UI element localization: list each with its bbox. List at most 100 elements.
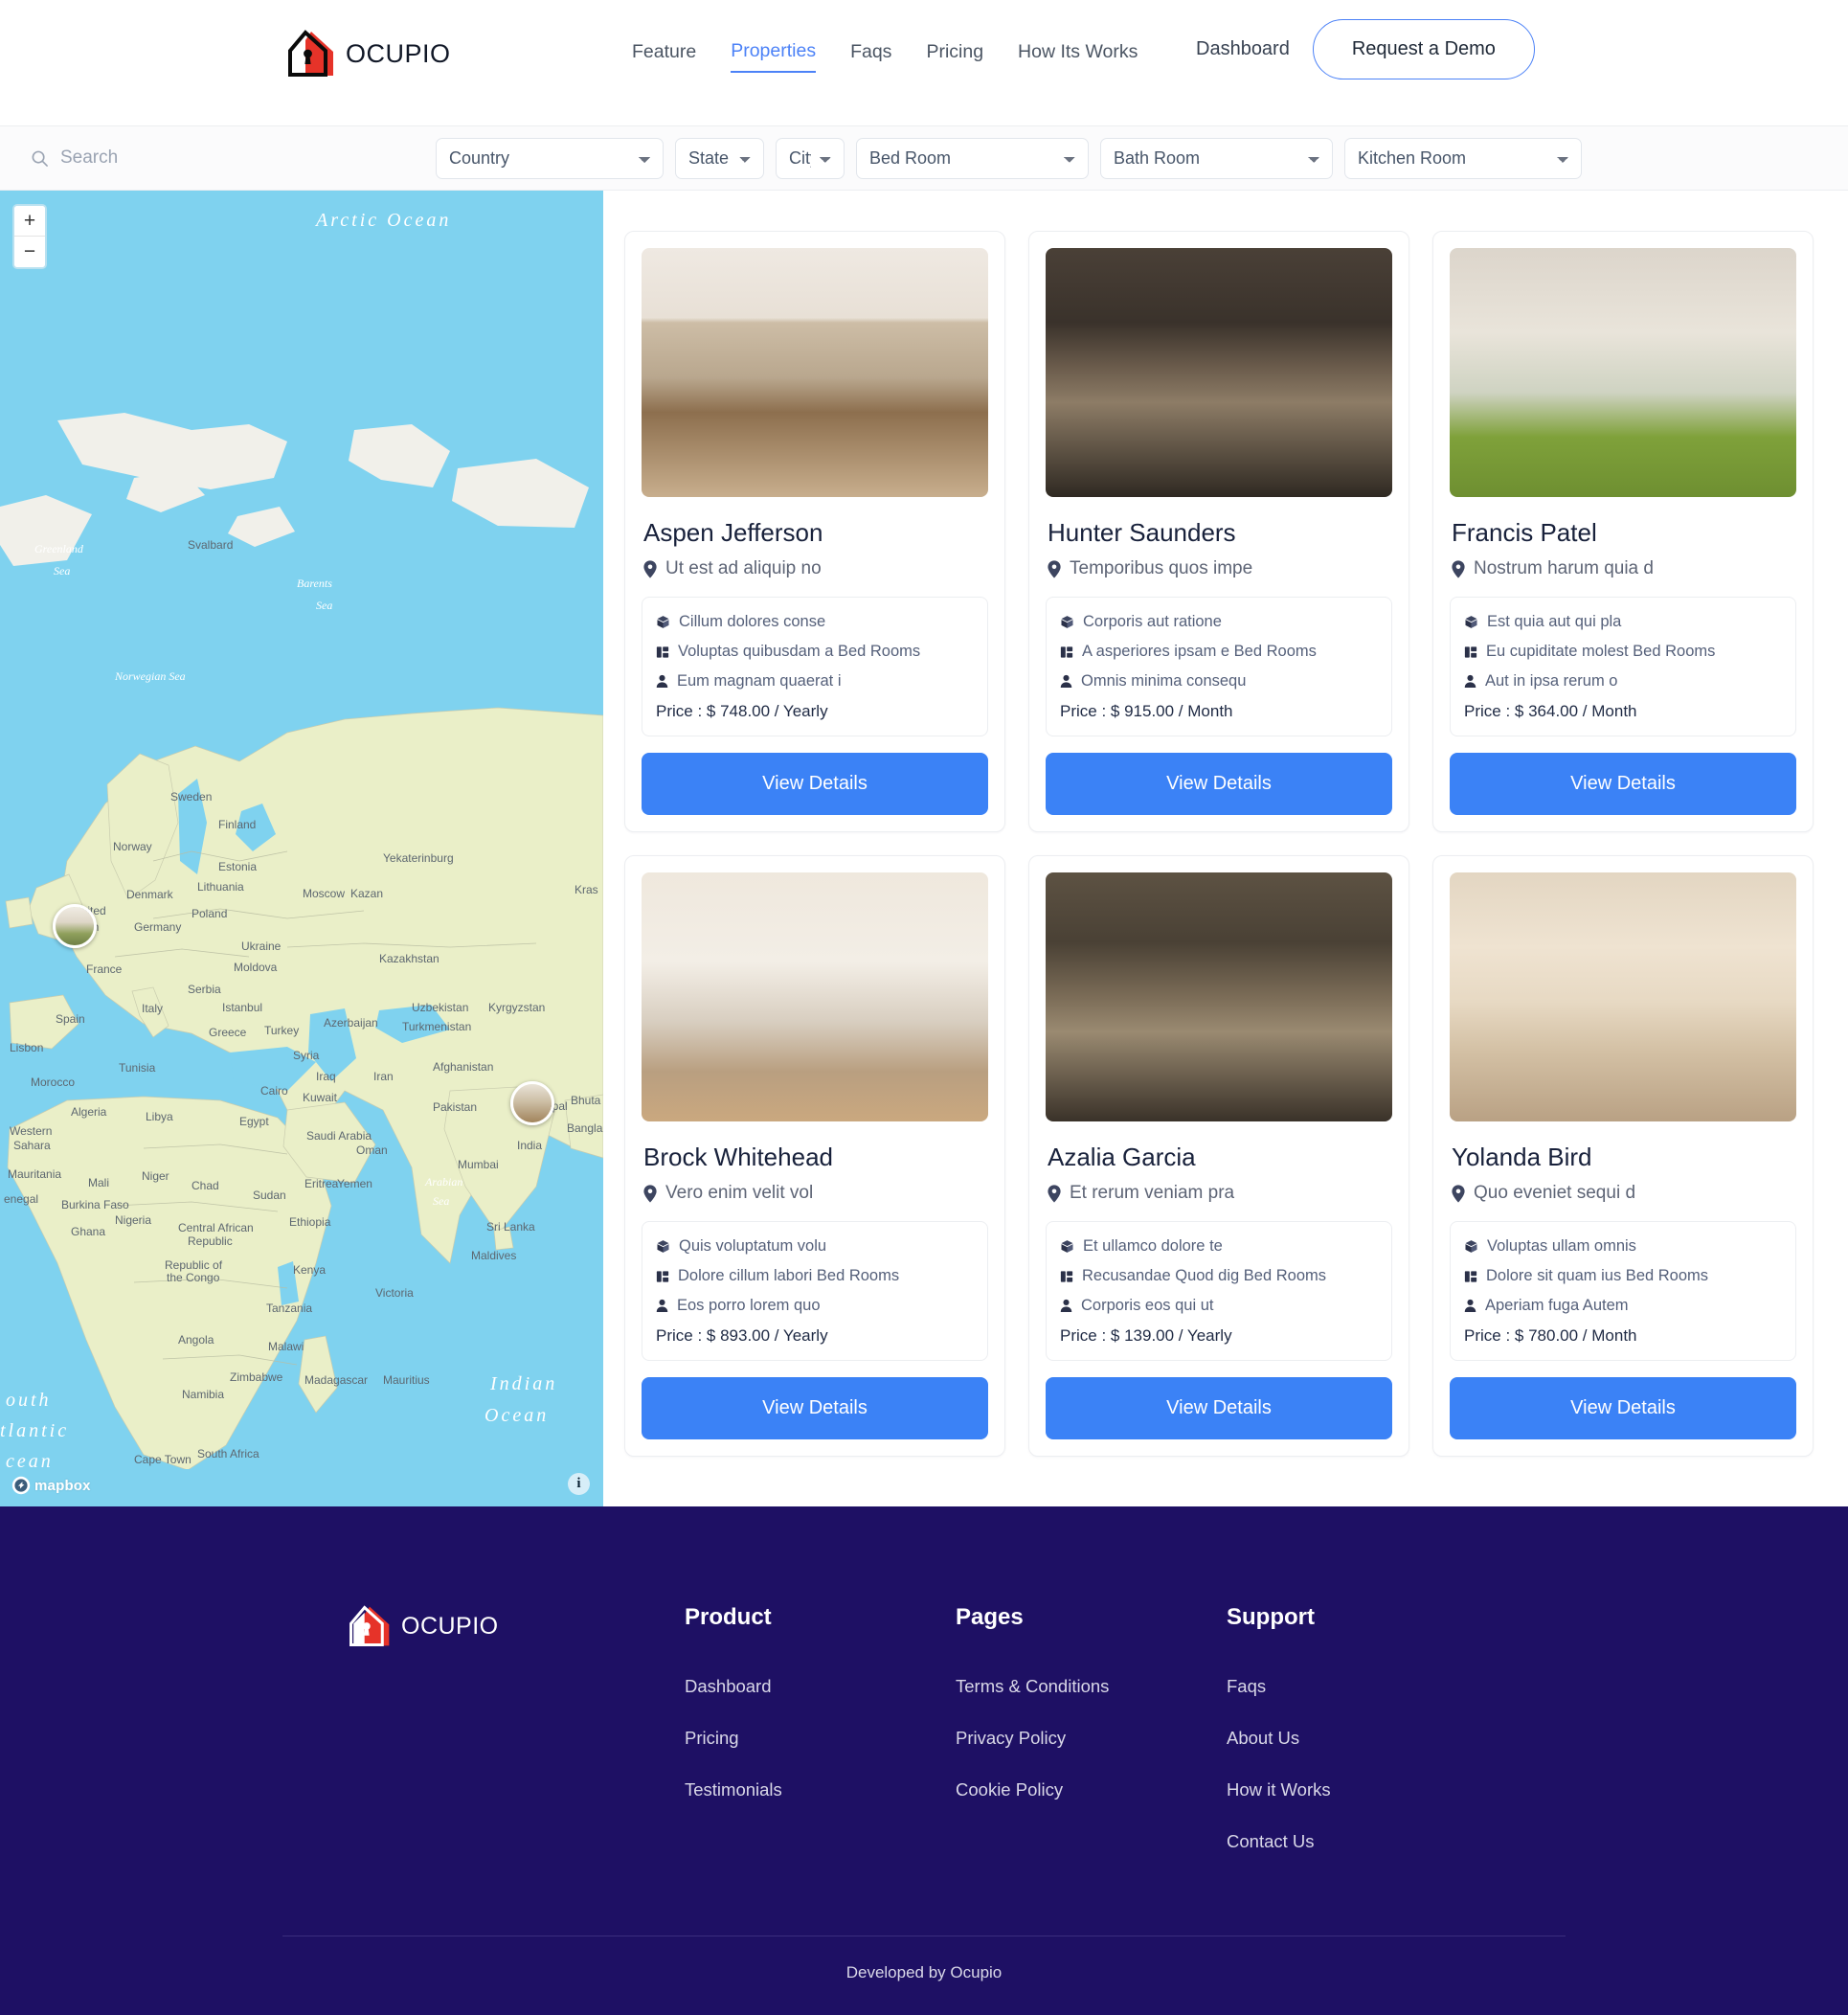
view-details-button[interactable]: View Details — [642, 1377, 988, 1439]
property-photo[interactable] — [642, 872, 988, 1121]
footer-link-pricing[interactable]: Pricing — [685, 1728, 956, 1749]
box-icon — [1465, 1240, 1477, 1253]
property-feature: Eos porro lorem quo — [656, 1297, 974, 1315]
site-footer: OCUPIO Product Dashboard Pricing Testimo… — [0, 1506, 1848, 2015]
property-price: Price : $ 893.00 / Yearly — [656, 1326, 828, 1345]
property-card[interactable]: Hunter Saunders Temporibus quos impe Corpo… — [1028, 231, 1409, 832]
map-info-button[interactable]: i — [568, 1473, 590, 1495]
person-icon — [1464, 674, 1476, 688]
property-feature: Aut in ipsa rerum o — [1464, 672, 1782, 691]
property-photo[interactable] — [1046, 872, 1392, 1121]
box-icon — [1061, 1240, 1073, 1253]
footer-link-cookie[interactable]: Cookie Policy — [956, 1779, 1227, 1800]
property-feature: Est quia aut qui pla — [1464, 613, 1782, 631]
layout-icon — [1464, 1270, 1477, 1282]
footer-link-how-it-works[interactable]: How it Works — [1227, 1779, 1495, 1800]
property-feature-text: Omnis minima consequ — [1081, 672, 1247, 690]
footer-link-terms[interactable]: Terms & Conditions — [956, 1676, 1227, 1697]
property-price: Price : $ 748.00 / Yearly — [656, 702, 828, 720]
mapbox-attribution[interactable]: mapbox — [11, 1476, 91, 1495]
nav-item-how-its-works[interactable]: How Its Works — [1018, 41, 1138, 72]
nav-item-properties[interactable]: Properties — [731, 40, 817, 73]
bedroom-select[interactable]: Bed Room — [856, 137, 1089, 179]
nav-item-faqs[interactable]: Faqs — [850, 41, 891, 72]
property-price: Price : $ 915.00 / Month — [1060, 702, 1233, 720]
property-photo[interactable] — [642, 248, 988, 497]
map-zoom-controls[interactable]: + − — [12, 204, 47, 269]
property-feature: Eum magnam quaerat i — [656, 672, 974, 691]
nav-item-feature[interactable]: Feature — [632, 41, 696, 72]
footer-link-contact[interactable]: Contact Us — [1227, 1831, 1495, 1852]
country-select[interactable]: Country — [436, 137, 664, 179]
main-content: + − Arctic Ocean Greenland Sea Barents Sea No… — [0, 191, 1848, 1506]
view-details-button[interactable]: View Details — [1450, 753, 1796, 815]
state-select[interactable]: State — [675, 137, 764, 179]
layout-icon — [656, 645, 669, 658]
property-title: Francis Patel — [1452, 518, 1597, 547]
kitchenroom-select[interactable]: Kitchen Room — [1344, 137, 1582, 179]
location-pin-icon — [643, 559, 657, 578]
property-card[interactable]: Francis Patel Nostrum harum quia d Est qui… — [1432, 231, 1814, 832]
brand-name: OCUPIO — [346, 38, 451, 68]
property-photo[interactable] — [1450, 248, 1796, 497]
property-feature-text: Quis voluptatum volu — [679, 1237, 827, 1255]
property-map[interactable]: + − Arctic Ocean Greenland Sea Barents Sea No… — [0, 191, 603, 1506]
dashboard-link[interactable]: Dashboard — [1196, 38, 1290, 60]
property-feature: Voluptas ullam omnis — [1464, 1237, 1782, 1256]
property-feature: Omnis minima consequ — [1060, 672, 1378, 691]
layout-icon — [1464, 645, 1477, 658]
brand-logo[interactable]: OCUPIO — [286, 29, 451, 79]
search-box[interactable] — [31, 147, 414, 169]
box-icon — [657, 1240, 669, 1253]
mapbox-icon — [11, 1476, 31, 1495]
bathroom-select[interactable]: Bath Room — [1100, 137, 1333, 179]
search-input[interactable] — [60, 147, 376, 169]
view-details-button[interactable]: View Details — [1450, 1377, 1796, 1439]
nav-item-pricing[interactable]: Pricing — [926, 41, 983, 72]
view-details-button[interactable]: View Details — [642, 753, 988, 815]
property-feature: Voluptas quibusdam a Bed Rooms — [656, 643, 974, 661]
view-details-button[interactable]: View Details — [1046, 753, 1392, 815]
footer-column-pages: Pages Terms & Conditions Privacy Policy … — [956, 1604, 1227, 1831]
footer-link-privacy[interactable]: Privacy Policy — [956, 1728, 1227, 1749]
property-feature-text: Corporis aut ratione — [1083, 613, 1222, 630]
property-photo[interactable] — [1450, 872, 1796, 1121]
view-details-button[interactable]: View Details — [1046, 1377, 1392, 1439]
property-location: Temporibus quos impe — [1048, 558, 1392, 579]
location-pin-icon — [1048, 1184, 1061, 1203]
property-location: Quo eveniet sequi d — [1452, 1183, 1796, 1204]
footer-link-about[interactable]: About Us — [1227, 1728, 1495, 1749]
property-location: Ut est ad aliquip no — [643, 558, 988, 579]
property-feature: Et ullamco dolore te — [1060, 1237, 1378, 1256]
header-actions: Dashboard Request a Demo — [1196, 19, 1535, 79]
mapbox-wordmark: mapbox — [34, 1477, 91, 1494]
property-card[interactable]: Brock Whitehead Vero enim velit vol Quis v… — [624, 855, 1005, 1457]
footer-logo[interactable]: OCUPIO — [348, 1604, 685, 1648]
property-info-box: Est quia aut qui pla Eu cupiditate molest… — [1450, 597, 1796, 736]
property-feature: Quis voluptatum volu — [656, 1237, 974, 1256]
map-zoom-in-button[interactable]: + — [14, 206, 45, 237]
request-demo-button[interactable]: Request a Demo — [1312, 19, 1535, 79]
property-feature: A asperiores ipsam e Bed Rooms — [1060, 643, 1378, 661]
property-card[interactable]: Yolanda Bird Quo eveniet sequi d Voluptas … — [1432, 855, 1814, 1457]
map-marker-india[interactable] — [510, 1081, 554, 1125]
footer-link-testimonials[interactable]: Testimonials — [685, 1779, 956, 1800]
property-location-text: Temporibus quos impe — [1070, 558, 1253, 578]
map-zoom-out-button[interactable]: − — [14, 237, 45, 267]
layout-icon — [1060, 645, 1073, 658]
property-card[interactable]: Aspen Jefferson Ut est ad aliquip no Cillu… — [624, 231, 1005, 832]
map-canvas — [0, 191, 603, 1469]
property-feature-text: Voluptas quibusdam a Bed Rooms — [678, 643, 921, 660]
property-title: Hunter Saunders — [1048, 518, 1236, 547]
footer-link-dashboard[interactable]: Dashboard — [685, 1676, 956, 1697]
property-photo[interactable] — [1046, 248, 1392, 497]
footer-link-faqs[interactable]: Faqs — [1227, 1676, 1495, 1697]
property-location: Vero enim velit vol — [643, 1183, 988, 1204]
search-icon — [32, 150, 48, 167]
property-feature: Aperiam fuga Autem — [1464, 1297, 1782, 1315]
map-marker-london[interactable] — [53, 904, 97, 948]
filter-bar: Country State City Bed Room Bath Room Ki… — [0, 125, 1848, 191]
city-select[interactable]: City — [776, 137, 845, 179]
box-icon — [1061, 616, 1073, 628]
property-card[interactable]: Azalia Garcia Et rerum veniam pra Et ullam… — [1028, 855, 1409, 1457]
